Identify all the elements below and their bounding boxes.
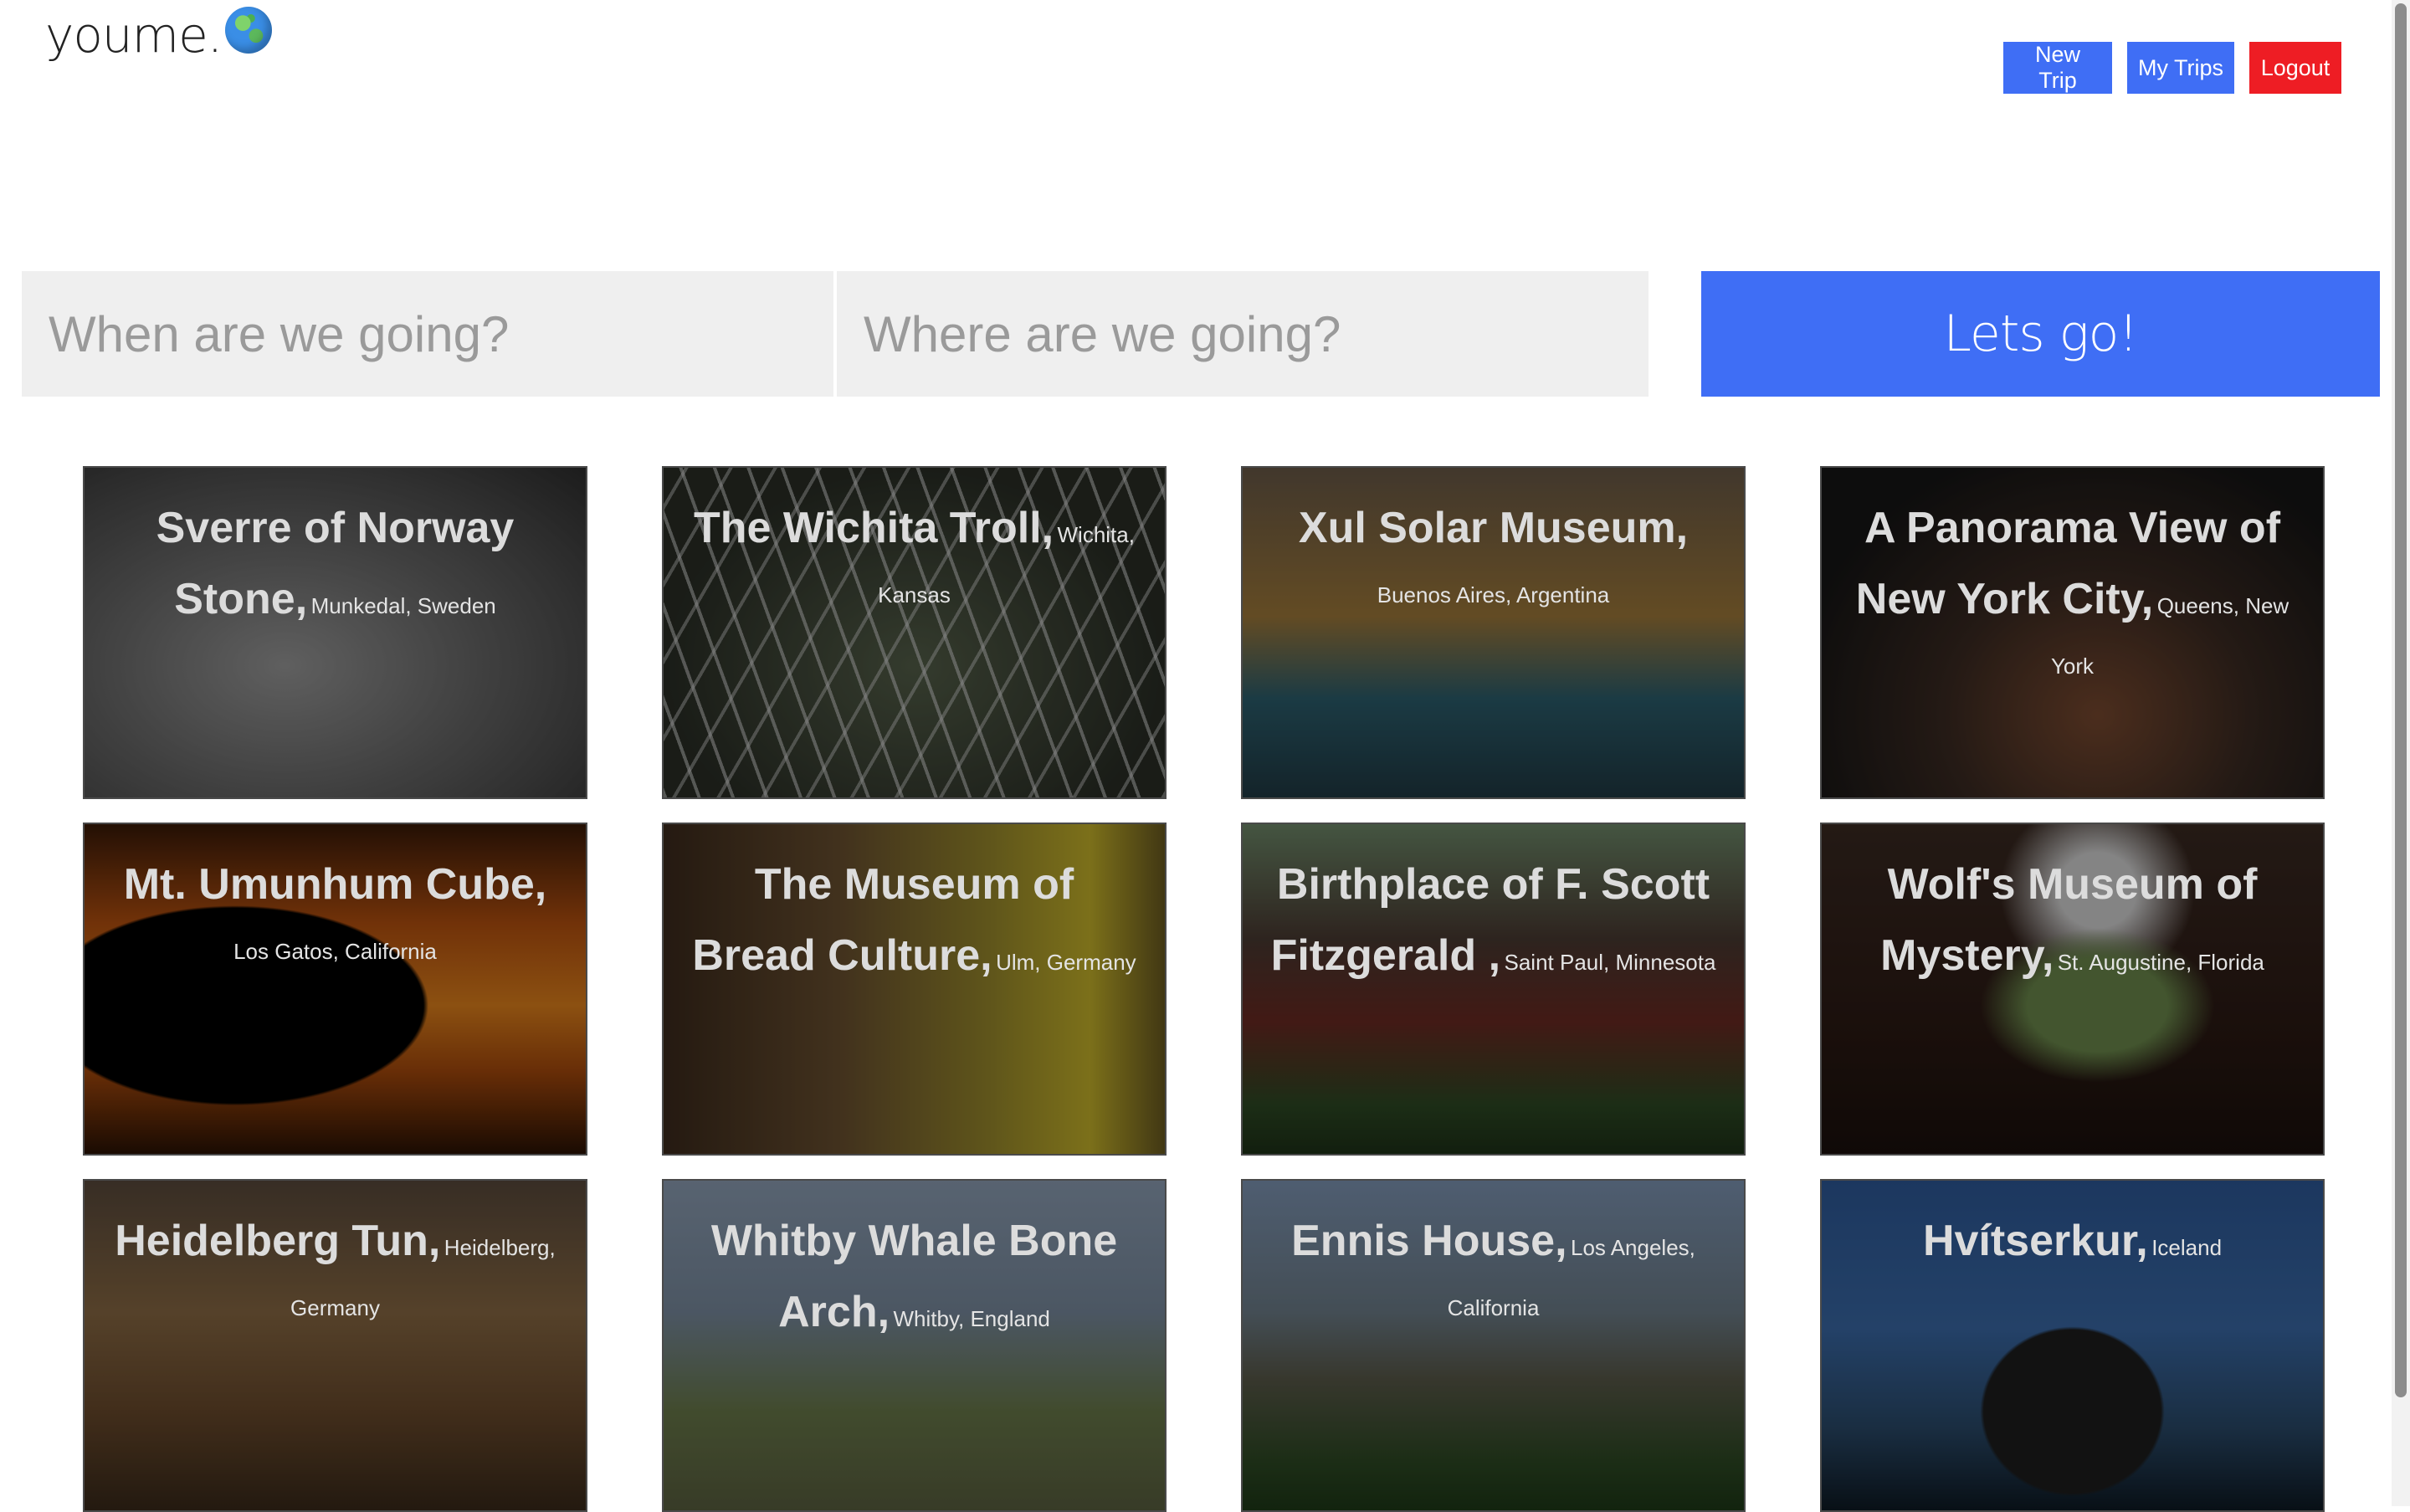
- where-input[interactable]: [837, 271, 1649, 397]
- when-input[interactable]: [22, 271, 833, 397]
- card-location: Munkedal, Sweden: [310, 593, 496, 618]
- destination-card[interactable]: A Panorama View of New York City, Queens…: [1820, 466, 2325, 799]
- card-location: St. Augustine, Florida: [2057, 950, 2264, 975]
- destination-card[interactable]: Mt. Umunhum Cube, Los Gatos, California: [83, 823, 587, 1156]
- card-title: Hvítserkur,: [1922, 1217, 2148, 1265]
- globe-icon: [225, 7, 273, 54]
- destination-card[interactable]: Heidelberg Tun, Heidelberg, Germany: [83, 1179, 587, 1512]
- destination-card[interactable]: The Museum of Bread Culture, Ulm, German…: [662, 823, 1167, 1156]
- card-location: Saint Paul, Minnesota: [1504, 950, 1716, 975]
- card-title: The Wichita Troll,: [694, 504, 1054, 552]
- brand-logo[interactable]: youme.: [45, 7, 273, 64]
- trip-search-bar: Lets go!: [22, 271, 2380, 397]
- card-location: Iceland: [2151, 1235, 2223, 1260]
- destination-card[interactable]: Wolf's Museum of Mystery, St. Augustine,…: [1820, 823, 2325, 1156]
- card-location: Whitby, England: [893, 1306, 1050, 1331]
- scrollbar-thumb[interactable]: [2395, 3, 2407, 1397]
- destination-card[interactable]: Hvítserkur, Iceland: [1820, 1179, 2325, 1512]
- card-location: Los Gatos, California: [233, 939, 437, 964]
- destination-card[interactable]: Sverre of Norway Stone, Munkedal, Sweden: [83, 466, 587, 799]
- destination-card[interactable]: Xul Solar Museum, Buenos Aires, Argentina: [1241, 466, 1746, 799]
- destination-card[interactable]: Whitby Whale Bone Arch, Whitby, England: [662, 1179, 1167, 1512]
- my-trips-button[interactable]: My Trips: [2127, 42, 2234, 94]
- page-scrollbar[interactable]: [2392, 0, 2410, 1506]
- card-title: Mt. Umunhum Cube,: [123, 860, 547, 909]
- destination-card[interactable]: Ennis House, Los Angeles, California: [1241, 1179, 1746, 1512]
- destination-grid: Sverre of Norway Stone, Munkedal, Sweden…: [83, 466, 2325, 1512]
- card-location: Ulm, Germany: [996, 950, 1136, 975]
- top-nav: New Trip My Trips Logout: [2003, 42, 2341, 94]
- lets-go-button[interactable]: Lets go!: [1701, 271, 2380, 397]
- destination-card[interactable]: Birthplace of F. Scott Fitzgerald , Sain…: [1241, 823, 1746, 1156]
- card-title: Heidelberg Tun,: [115, 1217, 441, 1265]
- new-trip-button[interactable]: New Trip: [2003, 42, 2112, 94]
- brand-name: youme.: [45, 7, 223, 64]
- card-title: Ennis House,: [1291, 1217, 1567, 1265]
- card-location: Buenos Aires, Argentina: [1377, 582, 1610, 607]
- logout-button[interactable]: Logout: [2249, 42, 2341, 94]
- destination-card[interactable]: The Wichita Troll, Wichita, Kansas: [662, 466, 1167, 799]
- card-title: Xul Solar Museum,: [1298, 504, 1689, 552]
